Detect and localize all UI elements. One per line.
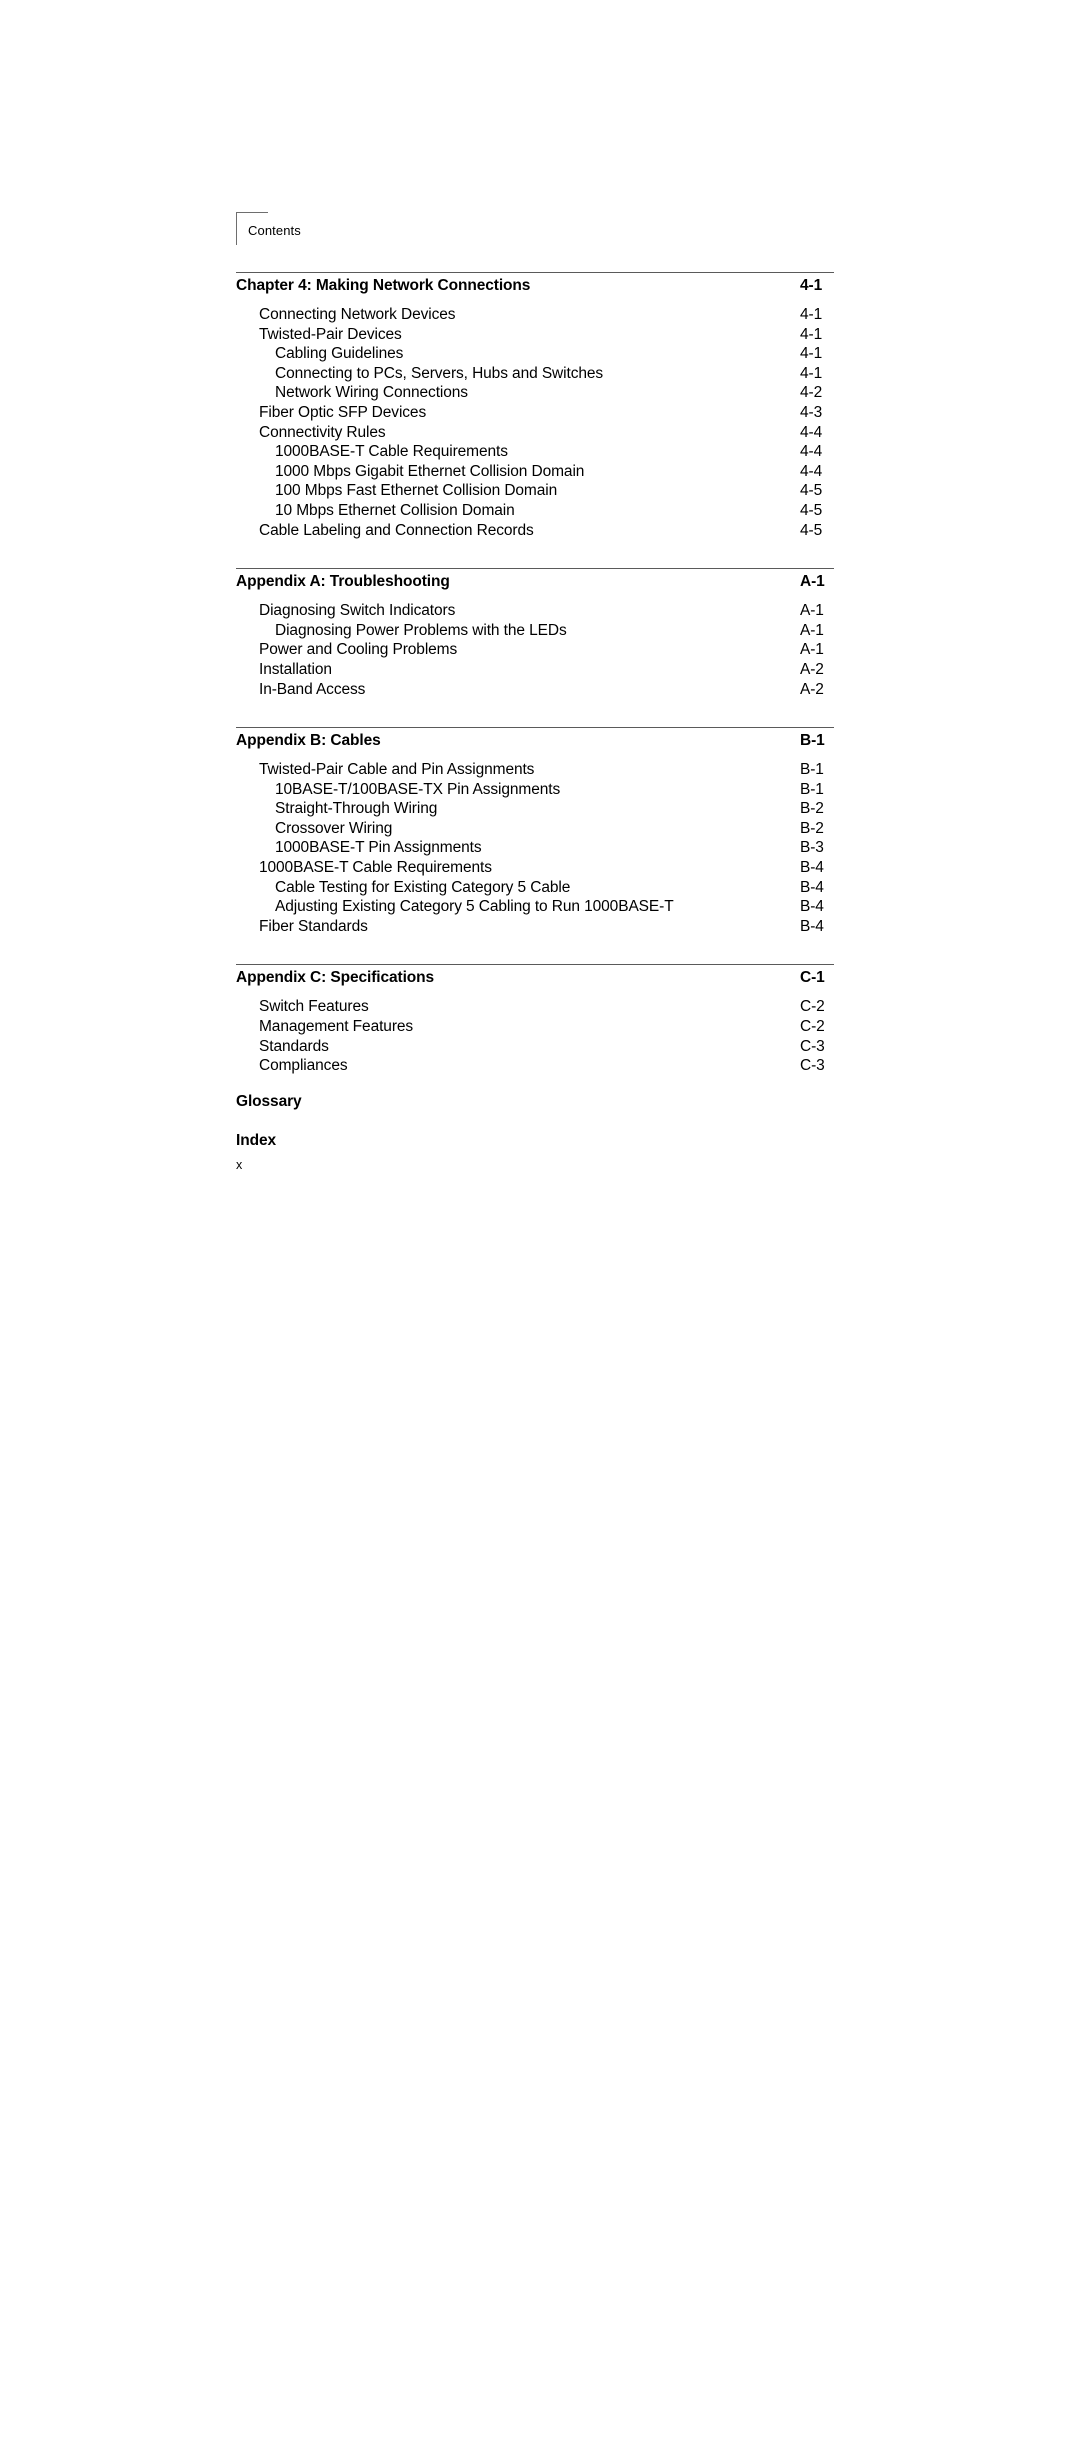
toc-entry[interactable]: Management Features C-2 [236, 1017, 834, 1037]
toc-entry-label: Installation [259, 660, 332, 678]
toc-entry[interactable]: Straight-Through Wiring B-2 [236, 799, 834, 819]
toc-entry-label: Twisted-Pair Cable and Pin Assignments [259, 761, 535, 779]
toc-entry[interactable]: Standards C-3 [236, 1037, 834, 1057]
toc-heading-label: Appendix C: Specifications [236, 969, 435, 987]
toc-entry[interactable]: In-Band Access A-2 [236, 680, 834, 700]
toc-entry[interactable]: Fiber Standards B-4 [236, 917, 834, 937]
toc-heading-appendix-a[interactable]: Appendix A: Troubleshooting A-1 [236, 569, 834, 595]
toc-entry-label: 10BASE-T/100BASE-TX Pin Assignments [275, 780, 561, 798]
toc-entry[interactable]: Fiber Optic SFP Devices 4-3 [236, 403, 834, 423]
toc-entry[interactable]: 100 Mbps Fast Ethernet Collision Domain 4… [236, 481, 834, 501]
toc-entry-label: Management Features [259, 1018, 414, 1036]
toc-entry-label: 1000BASE-T Cable Requirements [259, 859, 492, 877]
toc-entry[interactable]: Switch Features C-2 [236, 997, 834, 1017]
toc-entry-label: Straight-Through Wiring [275, 800, 438, 818]
toc-entry-label: Cable Testing for Existing Category 5 Ca… [275, 878, 571, 896]
toc-entry-label: Standards [259, 1037, 329, 1055]
toc-entry-label: Fiber Standards [259, 917, 368, 935]
toc-entry[interactable]: Power and Cooling Problems A-1 [236, 640, 834, 660]
toc-entry[interactable]: Connecting to PCs, Servers, Hubs and Swi… [236, 364, 834, 384]
toc-entry-label: Network Wiring Connections [275, 384, 468, 402]
toc-entry-label: Cable Labeling and Connection Records [259, 521, 534, 539]
toc-heading-appendix-c[interactable]: Appendix C: Specifications C-1 [236, 965, 834, 991]
toc-section-appendix-a: Appendix A: Troubleshooting A-1 Diagnosing… [236, 540, 834, 699]
toc-entry[interactable]: Connectivity Rules 4-4 [236, 423, 834, 443]
toc-entry[interactable]: Connecting Network Devices 4-1 [236, 305, 834, 325]
toc-entry[interactable]: Twisted-Pair Devices 4-1 [236, 325, 834, 345]
toc-entry[interactable]: Installation A-2 [236, 660, 834, 680]
toc-heading-label: Chapter 4: Making Network Connections [236, 277, 531, 294]
toc-section-chapter-4: Chapter 4: Making Network Connections 4-1… [236, 272, 834, 540]
toc-entry-label: 10 Mbps Ethernet Collision Domain [275, 501, 515, 519]
toc-heading-chapter-4[interactable]: Chapter 4: Making Network Connections 4-1 [236, 273, 834, 299]
toc-entry[interactable]: 1000BASE-T Cable Requirements 4-4 [236, 442, 834, 462]
toc-entry[interactable]: 1000BASE-T Pin Assignments B-3 [236, 838, 834, 858]
toc-entry[interactable]: Cable Labeling and Connection Records 4-5 [236, 521, 834, 541]
toc-heading-label: Appendix A: Troubleshooting [236, 573, 450, 591]
toc-entry-label: Adjusting Existing Category 5 Cabling to… [275, 898, 674, 916]
toc-entry-label: Crossover Wiring [275, 819, 393, 837]
toc-entry[interactable]: Diagnosing Switch Indicators A-1 [236, 601, 834, 621]
toc-entry[interactable]: Compliances C-3 [236, 1056, 834, 1076]
toc-entry-label: 1000BASE-T Pin Assignments [275, 839, 482, 857]
toc-entry[interactable]: Cabling Guidelines 4-1 [236, 344, 834, 364]
toc-entry-label: Connecting Network Devices [259, 306, 456, 323]
toc-entry-label: In-Band Access [259, 680, 366, 698]
toc-section-appendix-b: Appendix B: Cables B-1 Twisted-Pair Cable … [236, 699, 834, 936]
page-folio: x [236, 1158, 243, 1172]
toc-entry-label: 1000BASE-T Cable Requirements [275, 443, 508, 461]
toc-section-index: Index [236, 1115, 834, 1154]
toc-page: Contents Chapter 4: Making Network Conne… [0, 0, 1080, 1397]
toc-entry-page-number: C-3 [800, 1057, 825, 1075]
toc-entry[interactable]: 10 Mbps Ethernet Collision Domain 4-5 [236, 501, 834, 521]
toc-entry[interactable]: Network Wiring Connections 4-2 [236, 383, 834, 403]
toc-entry-label: 100 Mbps Fast Ethernet Collision Domain [275, 482, 558, 500]
toc-entry-label: Diagnosing Switch Indicators [259, 602, 456, 620]
toc-entry[interactable]: Crossover Wiring B-2 [236, 819, 834, 839]
toc-entry-label: Connectivity Rules [259, 423, 386, 441]
toc-heading-appendix-b[interactable]: Appendix B: Cables B-1 [236, 728, 834, 754]
toc-heading-label: Glossary [236, 1092, 302, 1110]
toc-heading-index[interactable]: Index [236, 1128, 834, 1154]
toc-entry[interactable]: 10BASE-T/100BASE-TX Pin Assignments B-1 [236, 780, 834, 800]
toc-entry[interactable]: Twisted-Pair Cable and Pin Assignments B-… [236, 760, 834, 780]
toc-entry-label: Compliances [259, 1057, 348, 1075]
running-header: Contents [236, 212, 536, 252]
toc-entry-label: Switch Features [259, 998, 369, 1016]
running-header-label: Contents [248, 223, 301, 238]
running-header-rule-left [236, 212, 237, 245]
toc-entry[interactable]: Cable Testing for Existing Category 5 Ca… [236, 878, 834, 898]
toc-section-appendix-c: Appendix C: Specifications C-1 Switch Feat… [236, 936, 834, 1075]
toc-entry-label: Cabling Guidelines [275, 345, 404, 363]
toc-entry[interactable]: Adjusting Existing Category 5 Cabling to… [236, 897, 834, 917]
toc-section-glossary: Glossary [236, 1076, 834, 1115]
toc-entry-label: Diagnosing Power Problems with the LEDs [275, 621, 567, 639]
toc-heading-glossary[interactable]: Glossary [236, 1089, 834, 1115]
toc-entry-label: Power and Cooling Problems [259, 641, 458, 659]
toc-entry[interactable]: Diagnosing Power Problems with the LEDs A… [236, 621, 834, 641]
toc-heading-label: Appendix B: Cables [236, 732, 381, 750]
toc-entry-label: Twisted-Pair Devices [259, 325, 402, 343]
toc-entry-label: 1000 Mbps Gigabit Ethernet Collision Dom… [275, 462, 585, 480]
toc-entry[interactable]: 1000 Mbps Gigabit Ethernet Collision Dom… [236, 462, 834, 482]
running-header-rule-top [236, 212, 268, 213]
toc-heading-label: Index [236, 1131, 276, 1149]
toc-entry-label: Fiber Optic SFP Devices [259, 403, 427, 421]
table-of-contents: Chapter 4: Making Network Connections 4-1… [236, 272, 834, 1154]
toc-entry-label: Connecting to PCs, Servers, Hubs and Swi… [275, 364, 604, 382]
toc-entry[interactable]: 1000BASE-T Cable Requirements B-4 [236, 858, 834, 878]
